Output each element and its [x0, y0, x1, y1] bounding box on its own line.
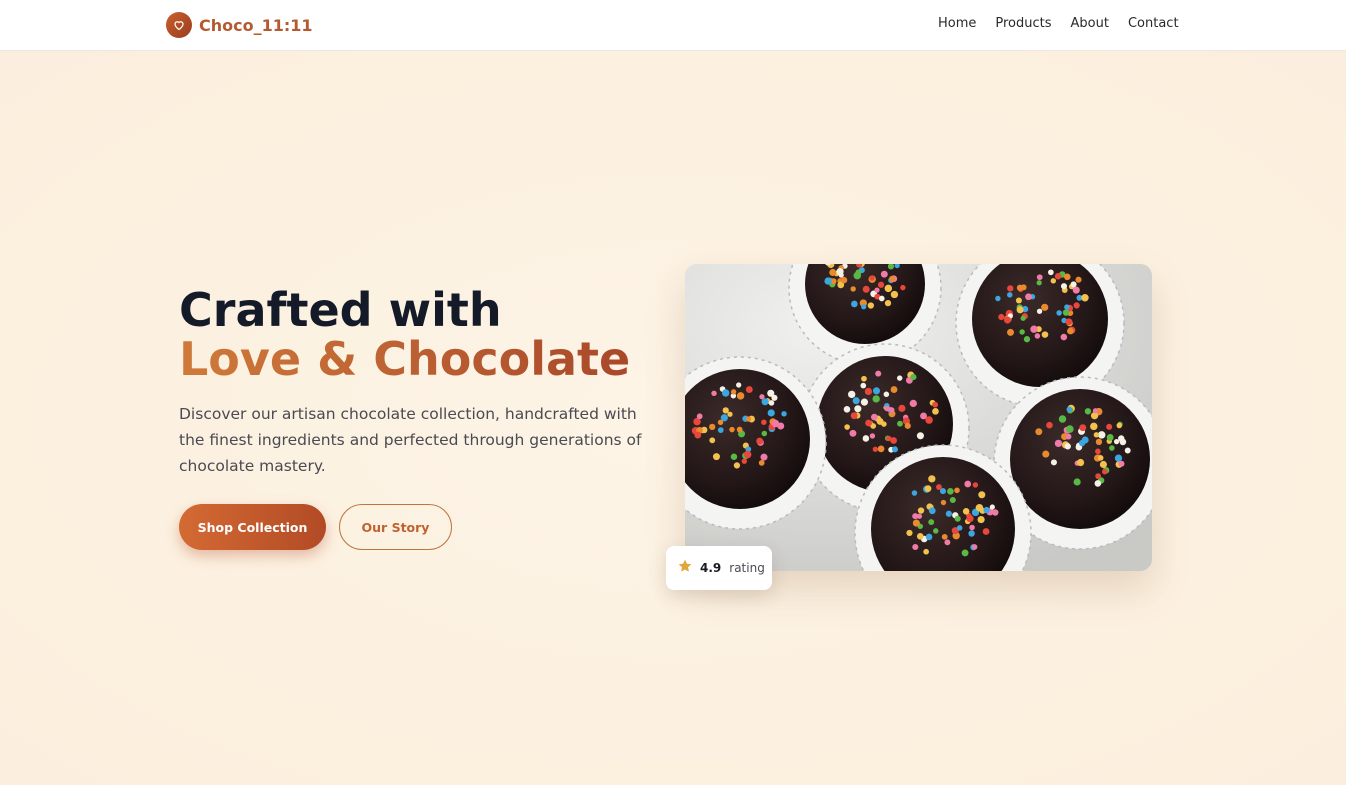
nav-link-products[interactable]: Products	[995, 16, 1051, 31]
hero-description: Discover our artisan chocolate collectio…	[179, 405, 642, 475]
nav-link-home[interactable]: Home	[938, 16, 976, 31]
brand[interactable]: Choco_11:11	[166, 12, 313, 38]
hero-headline-line1: Crafted with	[179, 283, 502, 337]
hero-headline-line2: Love & Chocolate	[179, 332, 631, 386]
shop-collection-button[interactable]: Shop Collection	[179, 504, 326, 550]
star-icon	[677, 558, 693, 578]
product-image	[685, 264, 1152, 571]
top-navbar: Choco_11:11 Home Products About Contact	[0, 0, 1346, 51]
brand-name: Choco_11:11	[199, 15, 313, 35]
rating-label: rating	[729, 561, 765, 575]
our-story-button[interactable]: Our Story	[339, 504, 452, 550]
nav-link-about[interactable]: About	[1071, 16, 1109, 31]
heart-icon	[166, 12, 192, 38]
rating-badge: 4.9 rating	[666, 546, 772, 590]
nav-link-contact[interactable]: Contact	[1128, 16, 1179, 31]
rating-value: 4.9	[700, 561, 722, 575]
nav-menu: Home Products About Contact	[938, 16, 1179, 31]
